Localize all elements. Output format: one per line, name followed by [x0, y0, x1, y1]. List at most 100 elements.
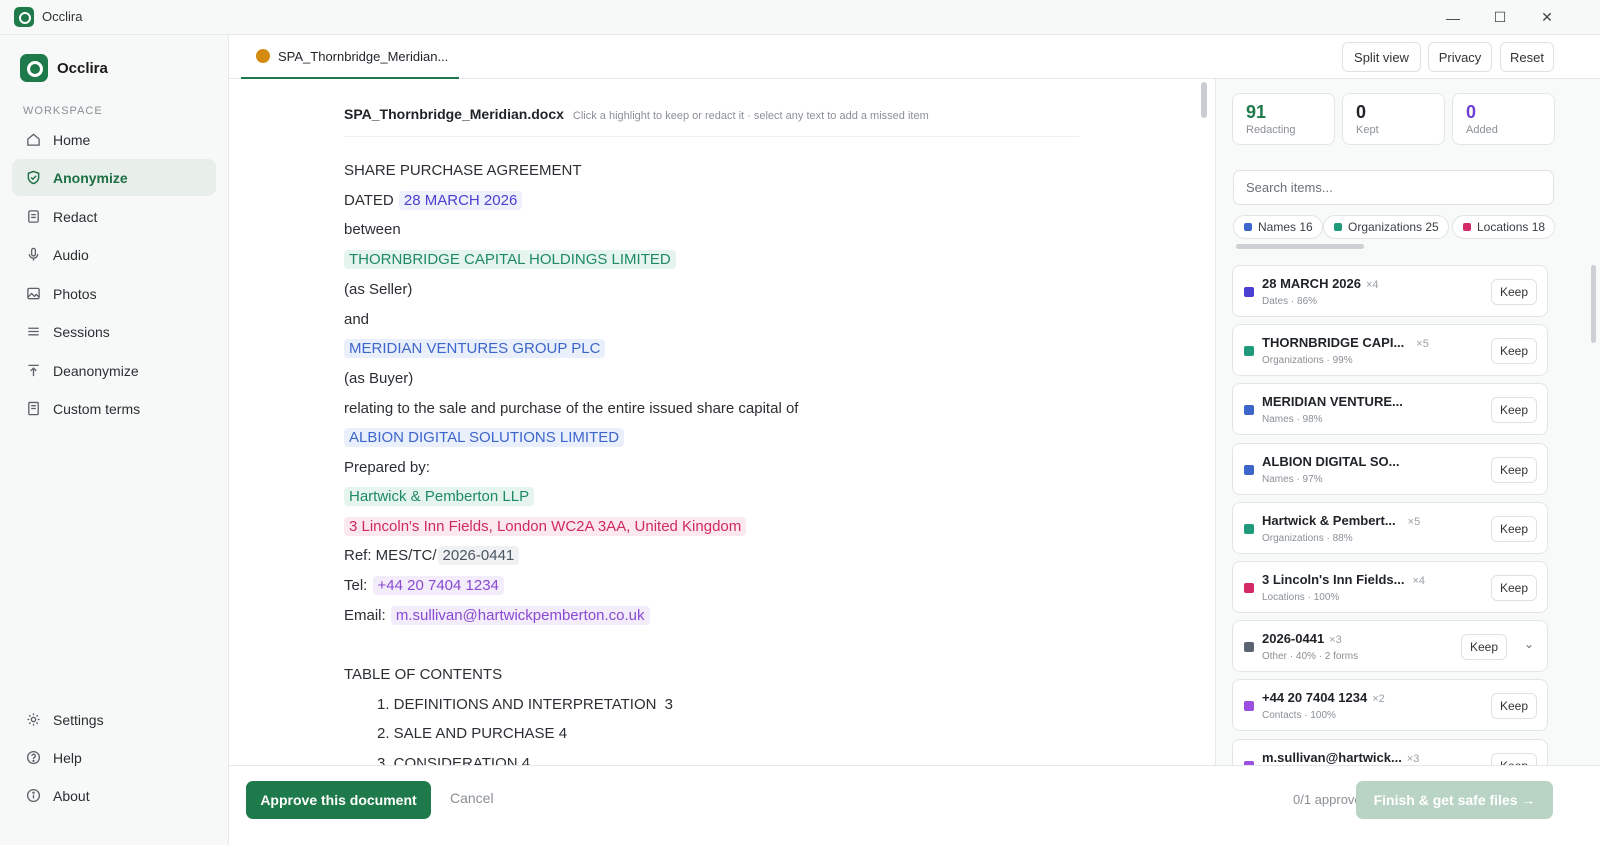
shield-check-icon: [25, 170, 41, 186]
toc-line: 1. DEFINITIONS AND INTERPRETATION 3: [377, 692, 676, 716]
nav-item-photos[interactable]: Photos: [12, 275, 216, 312]
chip-label: Organizations 25: [1348, 220, 1439, 234]
highlight-organization[interactable]: THORNBRIDGE CAPITAL HOLDINGS LIMITED: [344, 249, 676, 269]
document-pane: SPA_Thornbridge_Meridian.docx Click a hi…: [229, 79, 1215, 765]
highlight-name[interactable]: MERIDIAN VENTURES GROUP PLC: [344, 338, 606, 358]
category-color-icon: [1244, 642, 1254, 652]
title-bar: Occlira — ☐ ✕: [0, 0, 1600, 35]
doc-text: 3: [664, 695, 673, 713]
nav-item-redact[interactable]: Redact: [12, 198, 216, 235]
doc-text: 3. CONSIDERATION 4: [377, 754, 531, 766]
keep-button[interactable]: Keep: [1461, 634, 1507, 660]
item-title: 28 MARCH 2026 ×4: [1262, 276, 1379, 291]
keep-button[interactable]: Keep: [1491, 516, 1537, 542]
brand[interactable]: Occlira: [20, 54, 108, 82]
doc-line: relating to the sale and purchase of the…: [344, 396, 798, 420]
keep-button[interactable]: Keep: [1491, 575, 1537, 601]
item-subtitle: Locations · 100%: [1262, 592, 1340, 603]
item-title: ALBION DIGITAL SO...: [1262, 454, 1400, 469]
list-item[interactable]: MERIDIAN VENTURE... Names · 98% Keep: [1232, 383, 1548, 435]
doc-text: 1. DEFINITIONS AND INTERPRETATION: [377, 695, 657, 713]
nav-item-audio[interactable]: Audio: [12, 236, 216, 273]
filter-chip-organizations[interactable]: Organizations 25: [1323, 215, 1449, 239]
item-subtitle: Names · 98%: [1262, 414, 1323, 425]
document-scrollbar[interactable]: [1201, 82, 1207, 118]
doc-line: Hartwick & Pemberton LLP: [344, 484, 535, 508]
stat-added: 0 Added: [1452, 93, 1555, 145]
item-title: MERIDIAN VENTURE...: [1262, 394, 1403, 409]
keep-button[interactable]: Keep: [1491, 457, 1537, 483]
highlight-other[interactable]: 2026-0441: [437, 545, 520, 565]
nav-item-settings[interactable]: Settings: [12, 701, 216, 738]
list-item[interactable]: Hartwick & Pembert... ×5 Organizations · …: [1232, 502, 1548, 554]
maximize-button[interactable]: ☐: [1477, 0, 1523, 35]
approve-button[interactable]: Approve this document: [246, 781, 431, 819]
keep-button[interactable]: Keep: [1491, 338, 1537, 364]
stat-label: Added: [1466, 124, 1498, 136]
doc-text: Ref: MES/TC/: [344, 546, 437, 564]
category-color-icon: [1244, 405, 1254, 415]
document-filename: SPA_Thornbridge_Meridian.docx: [344, 106, 564, 122]
filter-chip-locations[interactable]: Locations 18: [1452, 215, 1556, 239]
category-color-icon: [1244, 701, 1254, 711]
doc-line: 3 Lincoln's Inn Fields, London WC2A 3AA,…: [344, 514, 747, 538]
keep-button[interactable]: Keep: [1491, 397, 1537, 423]
logo-icon: [20, 54, 48, 82]
nav-item-deanonymize[interactable]: Deanonymize: [12, 352, 216, 389]
help-icon: [25, 750, 41, 766]
highlight-contact[interactable]: +44 20 7404 1234: [372, 575, 504, 595]
item-title: +44 20 7404 1234 ×2: [1262, 690, 1385, 705]
keep-button[interactable]: Keep: [1491, 279, 1537, 305]
doc-line: (as Buyer): [344, 366, 413, 390]
finish-button[interactable]: Finish & get safe files →: [1356, 781, 1553, 819]
item-subtitle: Names · 97%: [1262, 474, 1323, 485]
close-button[interactable]: ✕: [1524, 0, 1570, 35]
book-icon: [25, 401, 41, 417]
minimize-button[interactable]: —: [1430, 0, 1476, 35]
stat-number: 0: [1466, 102, 1477, 122]
list-item[interactable]: 28 MARCH 2026 ×4 Dates · 86% Keep: [1232, 265, 1548, 317]
chevron-down-icon[interactable]: ⌄: [1524, 637, 1534, 651]
info-icon: [25, 788, 41, 804]
filter-chip-names[interactable]: Names 16: [1233, 215, 1323, 239]
item-title: THORNBRIDGE CAPI... ×5: [1262, 335, 1429, 350]
nav-item-about[interactable]: About: [12, 777, 216, 814]
brand-name: Occlira: [57, 59, 108, 77]
highlight-name[interactable]: ALBION DIGITAL SOLUTIONS LIMITED: [344, 427, 625, 447]
chips-scrollbar[interactable]: [1236, 244, 1364, 249]
highlight-contact[interactable]: m.sullivan@hartwickpemberton.co.uk: [390, 605, 650, 625]
reset-button[interactable]: Reset: [1500, 42, 1554, 72]
cancel-button[interactable]: Cancel: [450, 790, 494, 806]
doc-text: relating to the sale and purchase of the…: [344, 399, 799, 417]
home-icon: [25, 132, 41, 148]
items-scrollbar[interactable]: [1591, 265, 1596, 343]
upload-icon: [25, 363, 41, 379]
list-item[interactable]: THORNBRIDGE CAPI... ×5 Organizations · 99…: [1232, 324, 1548, 376]
nav-item-anonymize[interactable]: Anonymize: [12, 159, 216, 196]
highlight-organization[interactable]: Hartwick & Pemberton LLP: [344, 486, 535, 506]
item-title: Hartwick & Pembert... ×5: [1262, 513, 1421, 528]
doc-text: (as Buyer): [344, 369, 414, 387]
search-input[interactable]: [1233, 170, 1554, 205]
nav-item-help[interactable]: Help: [12, 739, 216, 776]
category-color-icon: [1244, 346, 1254, 356]
stat-redacting: 91 Redacting: [1232, 93, 1335, 145]
highlight-date[interactable]: 28 MARCH 2026: [398, 190, 523, 210]
section-label-workspace: WORKSPACE: [23, 105, 103, 117]
list-item[interactable]: ALBION DIGITAL SO... Names · 97% Keep: [1232, 443, 1548, 495]
highlight-location[interactable]: 3 Lincoln's Inn Fields, London WC2A 3AA,…: [344, 516, 747, 536]
tab-document[interactable]: SPA_Thornbridge_Meridian...: [241, 35, 459, 79]
list-item[interactable]: 2026-0441 ×3 Other · 40% · 2 forms Keep ⌄: [1232, 620, 1548, 672]
nav-item-home[interactable]: Home: [12, 121, 216, 158]
document-icon: [25, 209, 41, 225]
sidebar: Occlira WORKSPACE Home Anonymize Redact …: [0, 35, 229, 845]
list-item[interactable]: +44 20 7404 1234 ×2 Contacts · 100% Keep: [1232, 679, 1548, 731]
keep-button[interactable]: Keep: [1491, 693, 1537, 719]
list-item[interactable]: 3 Lincoln's Inn Fields... ×4 Locations · …: [1232, 561, 1548, 613]
doc-line: MERIDIAN VENTURES GROUP PLC: [344, 336, 606, 360]
nav-item-custom-terms[interactable]: Custom terms: [12, 390, 216, 427]
status-dot-icon: [256, 49, 270, 63]
privacy-button[interactable]: Privacy: [1428, 42, 1492, 72]
split-view-button[interactable]: Split view: [1342, 42, 1421, 72]
nav-item-sessions[interactable]: Sessions: [12, 313, 216, 350]
